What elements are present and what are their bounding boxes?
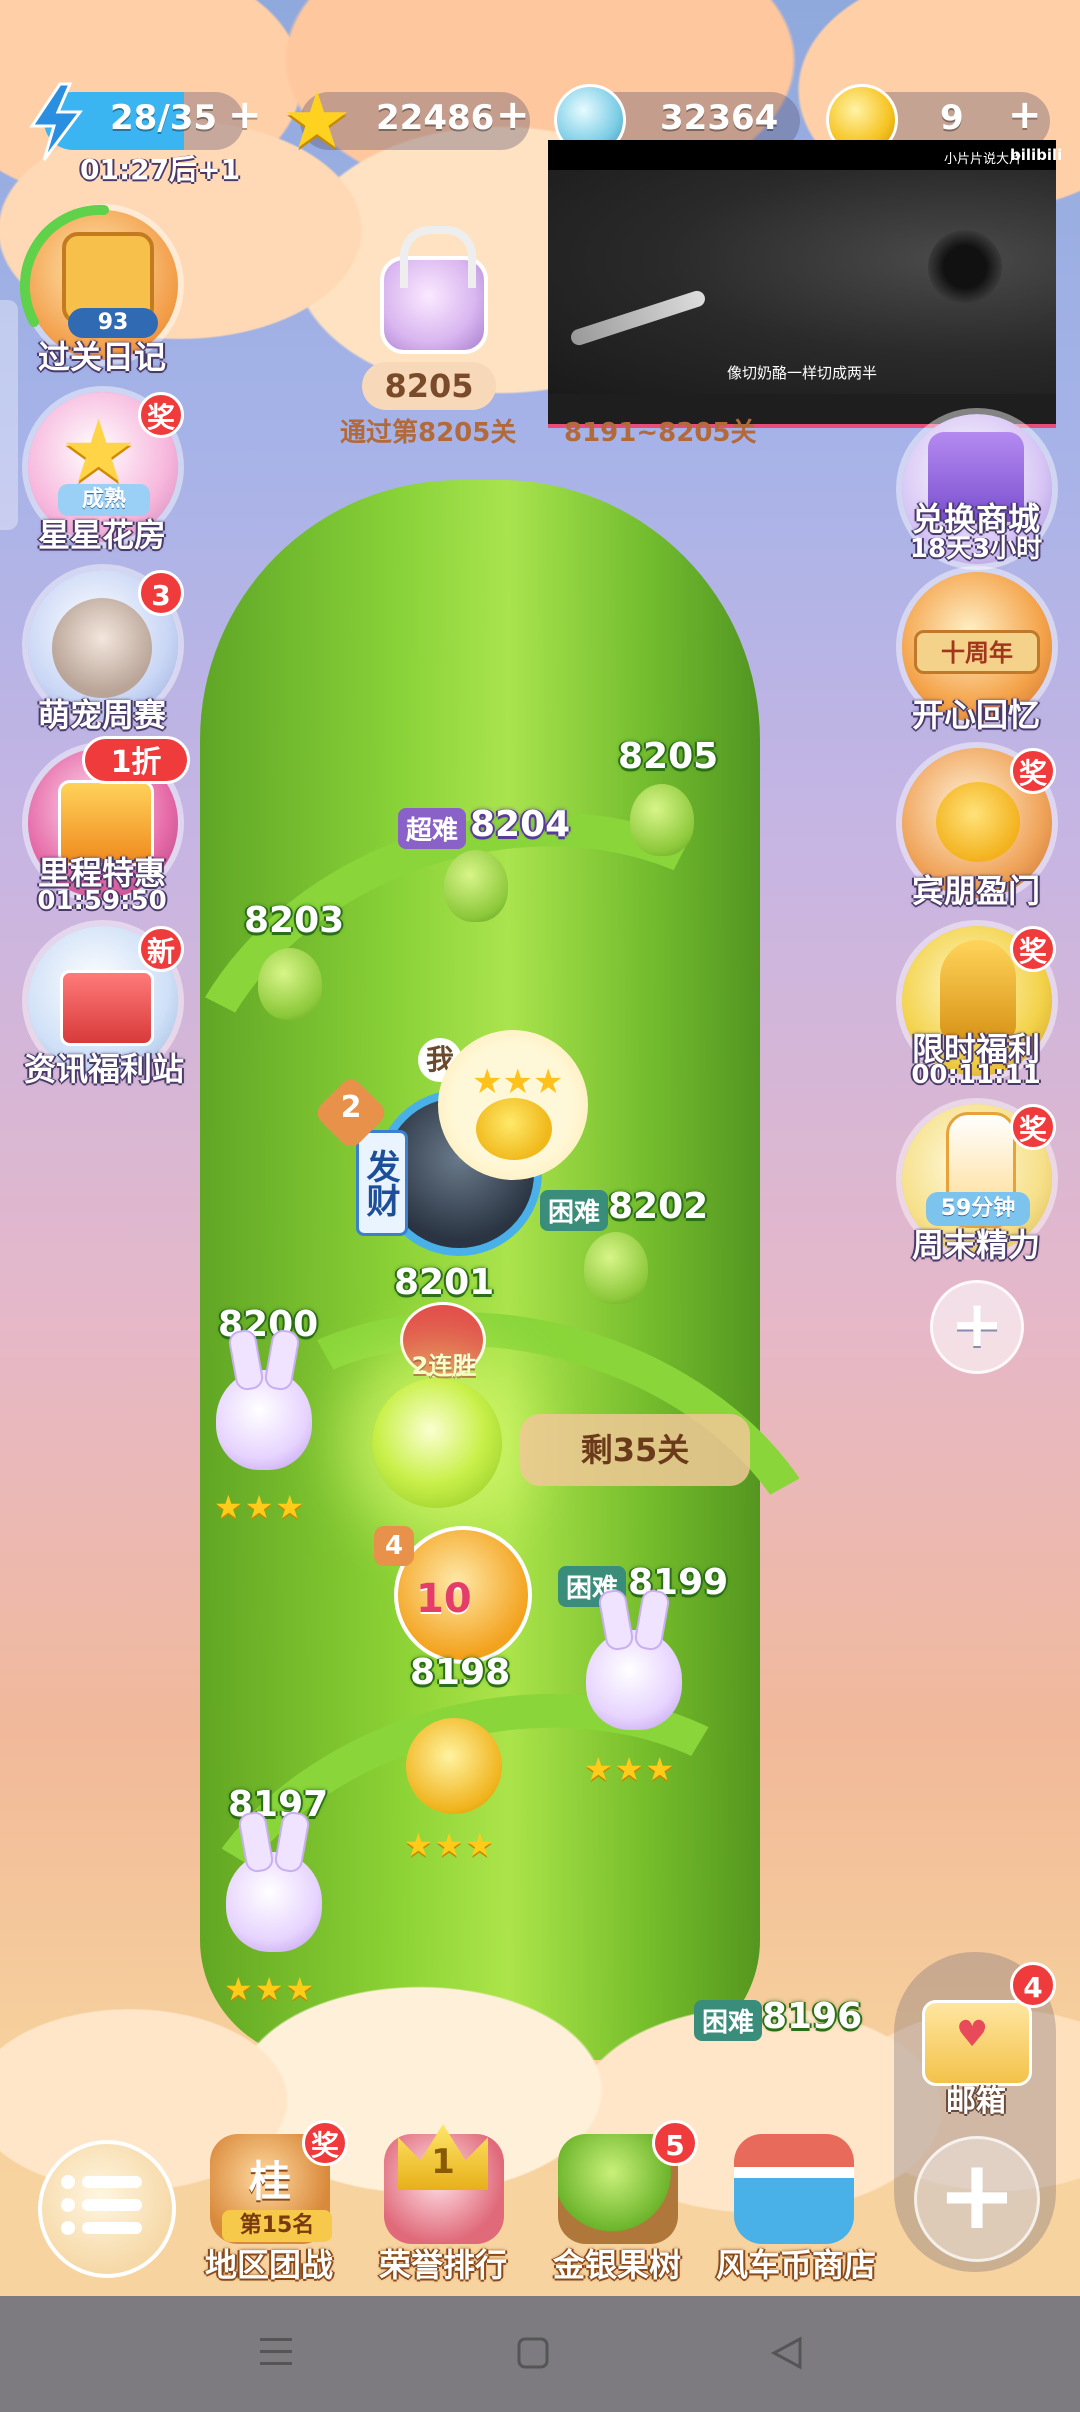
gems-count: 32364 xyxy=(660,98,779,138)
star-icon: ★ xyxy=(282,76,352,166)
fortune-banner: 发财 xyxy=(356,1130,408,1236)
guest-gate-badge: 奖 xyxy=(1010,748,1056,794)
regional-battle-badge: 奖 xyxy=(302,2120,348,2166)
news-gift-icon xyxy=(60,970,154,1046)
level-8203-label: 8203 xyxy=(244,900,345,941)
level-8203-node[interactable] xyxy=(258,948,322,1020)
regional-battle-label: 地区团战 xyxy=(204,2246,333,2284)
video-popup[interactable]: 小片片说大片 bilibili 像切奶酪一样切成两半 xyxy=(548,140,1062,428)
level-8202-label: 8202 xyxy=(608,1186,709,1227)
level-8200-node[interactable] xyxy=(216,1370,312,1470)
limited-benefit-badge: 奖 xyxy=(1010,926,1056,972)
mileage-deal-timer: 01:59:50 xyxy=(37,886,167,916)
goal-text: 通过第8205关 xyxy=(340,418,517,448)
honor-rank-number: 1 xyxy=(431,2142,455,2182)
honor-ranking-label: 荣誉排行 xyxy=(378,2246,507,2284)
video-subtitle: 像切奶酪一样切成两半 xyxy=(726,364,877,382)
remaining-levels: 剩35关 xyxy=(520,1414,750,1486)
chick-icon xyxy=(936,782,1020,862)
pet-weekly-label: 萌宠周赛 xyxy=(37,696,166,734)
hard-tag: 困难 xyxy=(694,2000,763,2041)
bubble-stars-icon: ★★★ xyxy=(472,1062,564,1102)
windmill-shop-button[interactable] xyxy=(734,2134,854,2244)
level-8200-stars: ★★★ xyxy=(214,1488,307,1526)
heart-icon: ♥ xyxy=(956,2014,989,2055)
add-button[interactable]: + xyxy=(914,2136,1040,2262)
level-8198-label: 8198 xyxy=(410,1652,511,1693)
level-8198-node[interactable] xyxy=(406,1718,502,1814)
coins-count: 9 xyxy=(940,98,964,138)
regional-rank: 第15名 xyxy=(222,2210,332,2242)
limited-benefit-timer: 00:11:11 xyxy=(911,1060,1041,1090)
star-garden-label: 星星花房 xyxy=(37,516,166,554)
friend-badge: 10 xyxy=(416,1576,472,1622)
mail-label: 邮箱 xyxy=(946,2084,1006,2119)
level-8204-label: 8204 xyxy=(470,804,571,845)
super-hard-tag: 超难 xyxy=(398,808,467,849)
news-benefit-label: 资讯福利站 xyxy=(23,1050,184,1088)
energy-plus-button[interactable]: + xyxy=(228,92,262,138)
anniversary-tag: 十周年 xyxy=(914,630,1040,674)
energy-count: 28/35 xyxy=(110,98,218,138)
mileage-deal-badge: 1折 xyxy=(82,736,190,784)
back-icon[interactable] xyxy=(770,2336,804,2370)
hard-tag: 困难 xyxy=(540,1190,609,1231)
news-benefit-badge: 新 xyxy=(138,926,184,972)
level-8197-stars: ★★★ xyxy=(224,1970,317,2008)
chick-emoji-icon xyxy=(476,1098,552,1160)
level-8201-node-current[interactable] xyxy=(372,1378,502,1508)
mail-badge: 4 xyxy=(1010,1962,1056,2008)
money-tree-label: 金银果树 xyxy=(552,2246,681,2284)
weekend-energy-badge: 奖 xyxy=(1010,1104,1056,1150)
star-garden-badge: 奖 xyxy=(138,392,184,438)
happy-memory-label: 开心回忆 xyxy=(911,696,1040,734)
level-8196-label: 8196 xyxy=(762,1996,863,2037)
stars-plus-button[interactable]: + xyxy=(496,92,530,138)
coins-plus-button[interactable]: + xyxy=(1008,92,1042,138)
stars-count: 22486 xyxy=(376,98,495,138)
energy-icon xyxy=(29,82,83,161)
goal-range: 8191~8205关 xyxy=(564,418,757,448)
money-tree-badge: 5 xyxy=(652,2120,698,2166)
level-8198-stars: ★★★ xyxy=(404,1826,497,1864)
expand-menu-button[interactable]: + xyxy=(930,1280,1024,1374)
level-8204-node[interactable] xyxy=(444,850,508,922)
menu-list-icon xyxy=(61,2175,142,2235)
weekend-energy-label: 周末精力 xyxy=(911,1226,1040,1264)
bilibili-logo: bilibili xyxy=(1010,146,1063,164)
recent-apps-icon[interactable] xyxy=(258,2334,294,2370)
lock-shackle xyxy=(400,226,476,288)
windmill-shop-label: 风车币商店 xyxy=(715,2246,876,2284)
exchange-shop-timer: 18天3小时 xyxy=(909,534,1043,564)
level-8205-label: 8205 xyxy=(618,736,719,777)
goal-level: 8205 xyxy=(362,362,496,410)
level-8205-node[interactable] xyxy=(630,784,694,856)
guest-gate-label: 宾朋盈门 xyxy=(911,872,1040,910)
regional-battle-icon: 桂 xyxy=(248,2157,291,2206)
video-object xyxy=(928,230,1002,304)
level-8199-stars: ★★★ xyxy=(584,1750,677,1788)
level-8197-node[interactable] xyxy=(226,1852,322,1952)
energy-timer: 01:27后+1 xyxy=(80,153,241,186)
win-streak: 2连胜 xyxy=(411,1352,477,1380)
level-8201-label: 8201 xyxy=(394,1262,495,1303)
pet-weekly-badge: 3 xyxy=(138,570,184,616)
friend-rank: 4 xyxy=(374,1526,414,1566)
cat-icon xyxy=(52,598,152,698)
home-icon[interactable] xyxy=(516,2336,550,2370)
level-8202-node[interactable] xyxy=(584,1232,648,1304)
level-diary-label: 过关日记 xyxy=(37,338,166,376)
player-rank: 2 xyxy=(340,1090,362,1125)
level-8199-node[interactable] xyxy=(586,1630,682,1730)
